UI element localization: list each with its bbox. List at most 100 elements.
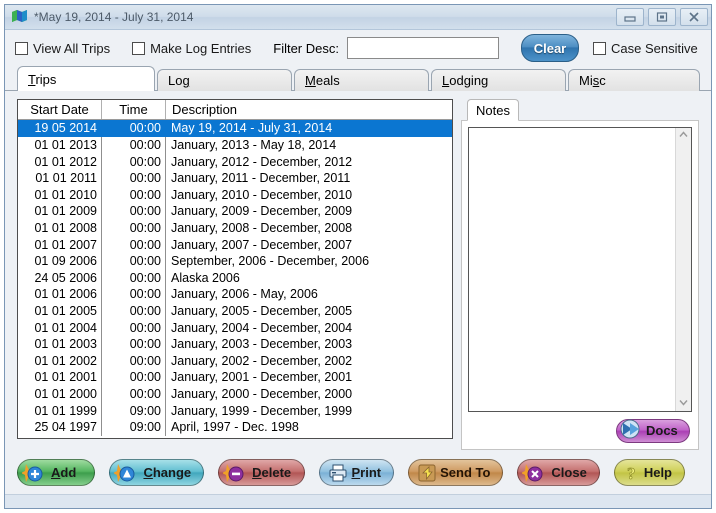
chevron-down-icon[interactable] [679,399,688,408]
tab-misc[interactable]: Misc [568,69,700,92]
table-row[interactable]: 01 01 2007 00:00 January, 2007 - December,… [18,236,452,254]
cell-date: 01 01 2009 [18,203,102,220]
close-button[interactable] [680,7,708,26]
minimize-button[interactable] [616,7,644,26]
close-action-label: Close [551,465,587,480]
view-all-trips-box[interactable] [15,41,28,55]
maximize-button[interactable] [648,7,676,26]
docs-row: Docs [468,412,692,449]
table-row[interactable]: 24 05 2006 00:00 Alaska 2006 [18,269,452,287]
x-circle-icon [522,462,548,484]
close-action-button[interactable]: Close [517,459,600,486]
clear-button[interactable]: Clear [520,34,579,63]
cell-desc: April, 1997 - Dec. 1998 [171,420,299,435]
cell-desc: January, 1999 - December, 1999 [171,403,353,418]
printer-icon [328,463,348,483]
cell-time: 00:00 [102,286,166,303]
column-header-start-date[interactable]: Start Date [18,100,102,120]
delete-button[interactable]: Delete [218,459,306,486]
column-header-time[interactable]: Time [102,100,166,120]
table-row[interactable]: 01 09 2006 00:00 September, 2006 - Decembe… [18,253,452,270]
table-row[interactable]: 01 01 2003 00:00 January, 2003 - December,… [18,336,452,353]
cell-date: 01 01 2000 [18,385,102,403]
table-row[interactable]: 01 01 2013 00:00 January, 2013 - May 18, 2… [18,137,452,154]
table-row[interactable]: 01 01 2001 00:00 January, 2001 - December,… [18,369,452,386]
case-sensitive-box[interactable] [592,41,606,55]
case-sensitive-checkbox[interactable]: Case Sensitive [592,40,698,56]
table-row[interactable]: 01 01 2010 00:00 January, 2010 - December,… [18,186,452,204]
cell-date: 01 01 2003 [18,336,102,353]
filter-desc-label: Filter Desc: [273,40,339,56]
status-strip [5,493,711,509]
add-button[interactable]: Add [17,459,96,486]
cell-time: 00:00 [102,369,166,386]
table-row[interactable]: 01 01 2002 00:00 January, 2002 - December,… [18,352,452,370]
cell-desc: January, 2006 - May, 2006 [171,287,318,302]
tab-notes[interactable]: Notes [467,99,519,122]
table-row[interactable]: 01 01 2012 00:00 January, 2012 - December,… [18,153,452,171]
tab-log[interactable]: Log [157,69,292,92]
tab-trips-label: Trips [28,71,57,87]
chevron-up-icon[interactable] [679,131,688,140]
table-row[interactable]: 01 01 2004 00:00 January, 2004 - December,… [18,319,452,337]
send-to-button[interactable]: Send To [408,459,504,486]
cell-desc: January, 2010 - December, 2010 [171,187,353,202]
column-header-description[interactable]: Description [166,100,452,119]
cell-time: 00:00 [102,170,166,187]
send-to-button-label: Send To [440,465,491,480]
cell-time: 00:00 [102,352,166,370]
make-log-entries-checkbox[interactable]: Make Log Entries [132,41,251,56]
table-row[interactable]: 01 01 2009 00:00 January, 2009 - December,… [18,203,452,220]
table-row[interactable]: 01 01 2005 00:00 January, 2005 - December,… [18,302,452,320]
table-row[interactable]: 19 05 2014 00:00 May 19, 2014 - July 31, 2… [18,120,452,137]
cell-time: 00:00 [102,203,166,220]
cell-time: 00:00 [102,336,166,353]
cell-time: 00:00 [102,269,166,287]
table-row[interactable]: 25 04 1997 09:00 April, 1997 - Dec. 1998 [18,419,452,436]
add-button-label: Add [51,465,77,480]
notes-scrollbar[interactable] [675,128,691,412]
cell-time: 00:00 [102,153,166,171]
notes-textarea[interactable] [469,128,675,412]
cell-date: 01 01 2010 [18,186,102,204]
trips-list[interactable]: Start Date Time Description 19 05 2014 00… [17,99,453,440]
title-bar: *May 19, 2014 - July 31, 2014 [5,5,711,30]
cell-desc: January, 2012 - December, 2012 [171,154,353,169]
tab-meals[interactable]: Meals [294,69,429,92]
tab-misc-label: Misc [579,73,606,89]
help-button[interactable]: ? Help [613,459,685,486]
map-icon [12,10,27,23]
table-row[interactable]: 01 01 2011 00:00 January, 2011 - December,… [18,170,452,187]
main-tab-strip: Trips Log Meals Lodging Misc [5,66,711,92]
cell-desc: May 19, 2014 - July 31, 2014 [171,121,333,136]
make-log-entries-box[interactable] [132,41,146,55]
cell-desc: September, 2006 - December, 2006 [171,254,370,269]
tab-lodging[interactable]: Lodging [431,69,566,92]
cell-date: 01 01 2011 [18,170,102,187]
tab-trips[interactable]: Trips [17,66,155,92]
cell-date: 01 01 2013 [18,137,102,154]
arrow-curve-icon [417,463,437,483]
window-title: *May 19, 2014 - July 31, 2014 [34,9,194,24]
table-row[interactable]: 01 01 1999 09:00 January, 1999 - December,… [18,402,452,420]
trips-list-body[interactable]: 19 05 2014 00:00 May 19, 2014 - July 31, 2… [18,120,452,438]
cell-date: 01 01 2006 [18,286,102,303]
cell-desc: January, 2013 - May 18, 2014 [171,138,337,152]
delete-circle-icon [223,462,249,484]
cell-date: 01 09 2006 [18,253,102,270]
cell-date: 01 01 2002 [18,352,102,370]
cell-date: 25 04 1997 [18,419,102,436]
case-sensitive-label: Case Sensitive [610,40,698,56]
action-button-bar: Add Change Delete Print Send To Close ? … [5,451,711,494]
table-row[interactable]: 01 01 2006 00:00 January, 2006 - May, 2006 [18,286,452,303]
tab-content-trips: Start Date Time Description 19 05 2014 00… [5,90,711,452]
send-arrow-icon [619,419,643,442]
change-button[interactable]: Change [109,459,205,486]
cell-time: 00:00 [102,120,166,137]
table-row[interactable]: 01 01 2000 00:00 January, 2000 - December,… [18,385,452,403]
view-all-trips-checkbox[interactable]: View All Trips [15,41,110,56]
print-button[interactable]: Print [319,459,395,486]
filter-desc-input[interactable] [346,37,499,60]
docs-button[interactable]: Docs [616,418,690,443]
table-row[interactable]: 01 01 2008 00:00 January, 2008 - December,… [18,219,452,237]
